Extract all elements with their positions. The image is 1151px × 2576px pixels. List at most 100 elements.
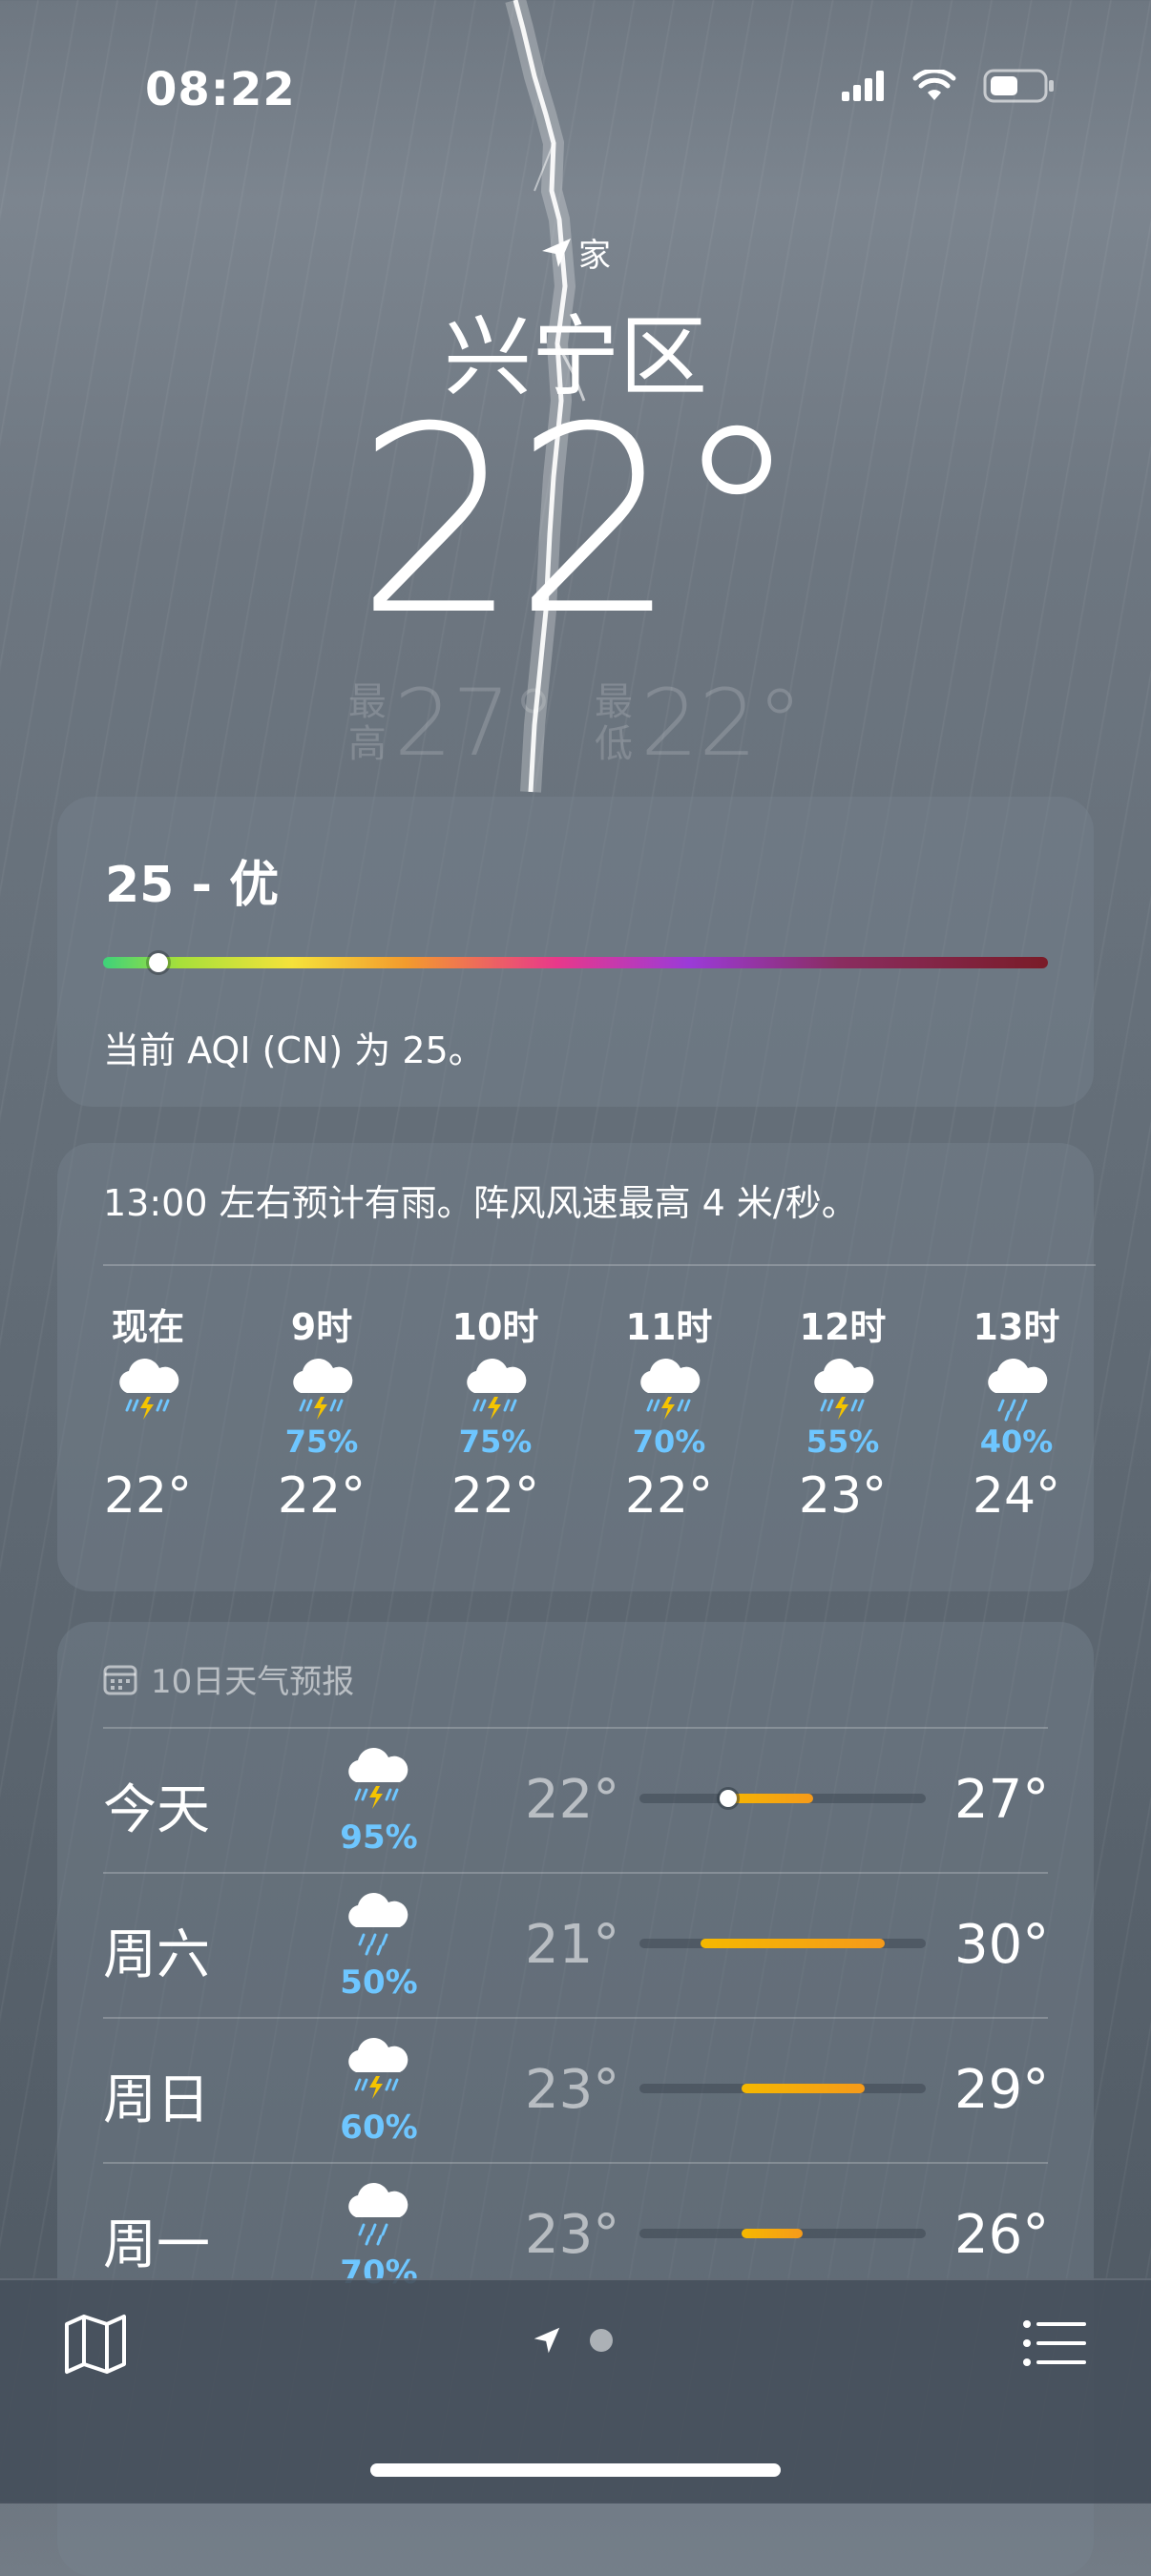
thunderstorm-icon — [640, 1359, 701, 1420]
hourly-item: 11时 70% 22° — [597, 1298, 741, 1525]
day-name: 周日 — [103, 2069, 210, 2131]
day-temp-range-track — [639, 2229, 926, 2238]
day-name: 周六 — [103, 1924, 210, 1986]
thunderstorm-icon — [293, 1359, 353, 1420]
current-temperature: 22° — [355, 371, 802, 672]
hour-precip-chance: 40% — [979, 1423, 1054, 1460]
day-precip-chance: 95% — [340, 1818, 418, 1857]
location-arrow-icon — [542, 238, 571, 267]
thunderstorm-icon — [348, 2038, 408, 2099]
hour-time: 13时 — [973, 1306, 1060, 1348]
hourly-divider — [103, 1264, 1096, 1266]
aqi-indicator-dot — [149, 953, 168, 972]
hourly-item: 9时 75% 22° — [250, 1298, 393, 1525]
hour-temp: 22° — [103, 1467, 193, 1525]
day-name: 周一 — [103, 2214, 210, 2276]
day-divider — [103, 1872, 1048, 1874]
calendar-icon — [103, 1665, 137, 1694]
thunderstorm-icon — [348, 1748, 408, 1809]
hourly-item: 12时 55% 23° — [771, 1298, 914, 1525]
hour-temp: 24° — [972, 1467, 1061, 1525]
daily-row[interactable]: 今天 95% 22° 27° — [57, 1727, 1094, 1870]
low-label: 最低 — [595, 680, 633, 766]
low-temp: 最低 22° — [595, 670, 803, 777]
hour-time: 现在 — [111, 1306, 184, 1348]
day-temp-range-track — [639, 1790, 926, 1807]
hourly-summary: 13:00 左右预计有雨。阵风风速最高 4 米/秒。 — [103, 1182, 858, 1224]
day-low-temp: 22° — [525, 1769, 620, 1831]
low-value: 22° — [640, 670, 804, 777]
day-low-temp: 21° — [525, 1914, 620, 1976]
aqi-description: 当前 AQI (CN) 为 25。 — [103, 1029, 485, 1071]
day-precip-chance: 60% — [340, 2109, 418, 2147]
rain-icon — [348, 1893, 408, 1956]
current-temp-marker — [719, 1790, 737, 1807]
day-icon-wrap — [334, 2038, 420, 2107]
status-icons — [842, 69, 1056, 103]
rain-icon — [988, 1359, 1048, 1422]
hour-time: 9时 — [290, 1306, 353, 1348]
thunderstorm-icon — [119, 1359, 179, 1420]
map-icon[interactable] — [63, 2311, 128, 2376]
day-temp-range — [742, 2084, 865, 2093]
rain-icon — [348, 2183, 408, 2246]
hour-precip-chance: 75% — [284, 1423, 359, 1460]
day-icon-wrap — [334, 1748, 420, 1817]
hour-precip-chance: 75% — [458, 1423, 533, 1460]
hourly-item: 13时 40% 24° — [945, 1298, 1088, 1525]
thunderstorm-icon — [467, 1359, 527, 1420]
day-temp-range — [701, 1939, 886, 1948]
day-name: 今天 — [103, 1779, 210, 1841]
hourly-item: 10时 75% 22° — [424, 1298, 567, 1525]
hour-time: 10时 — [451, 1306, 539, 1348]
day-temp-range-track — [639, 1939, 926, 1948]
day-low-temp: 23° — [525, 2059, 620, 2121]
day-icon-wrap — [334, 1893, 420, 1962]
hour-icon-wrap — [250, 1359, 393, 1431]
hour-time: 11时 — [625, 1306, 713, 1348]
daily-row[interactable]: 周日 60% 23° 29° — [57, 2017, 1094, 2160]
day-divider — [103, 2017, 1048, 2019]
location-label: 家 — [578, 237, 611, 275]
daily-header: 10日天气预报 — [103, 1655, 354, 1702]
hour-temp: 22° — [450, 1467, 540, 1525]
hour-temp: 23° — [798, 1467, 888, 1525]
thunderstorm-icon — [814, 1359, 874, 1420]
day-divider — [103, 1727, 1048, 1729]
day-divider — [103, 2162, 1048, 2164]
day-low-temp: 23° — [525, 2204, 620, 2266]
high-low-temps: 最高 27° 最低 22° — [0, 670, 1151, 777]
home-indicator[interactable] — [370, 2463, 781, 2477]
daily-row[interactable]: 周六 50% 21° 30° — [57, 1872, 1094, 2015]
day-high-temp: 29° — [954, 2059, 1050, 2121]
day-high-temp: 27° — [954, 1769, 1050, 1831]
location-tag: 家 — [0, 229, 1151, 276]
hour-icon-wrap — [945, 1359, 1088, 1431]
daily-header-label: 10日天气预报 — [151, 1663, 355, 1701]
location-arrow-icon[interactable] — [533, 2326, 561, 2355]
day-high-temp: 30° — [954, 1914, 1050, 1976]
hour-icon-wrap — [597, 1359, 741, 1431]
wifi-icon — [912, 70, 956, 100]
day-icon-wrap — [334, 2183, 420, 2252]
hour-temp: 22° — [277, 1467, 366, 1525]
hour-precip-chance: 70% — [632, 1423, 706, 1460]
battery-icon — [983, 69, 1054, 103]
aqi-title: 25 - 优 — [105, 857, 280, 914]
hour-icon-wrap — [76, 1359, 220, 1431]
hour-icon-wrap — [424, 1359, 567, 1431]
aqi-scale-bar — [103, 957, 1048, 968]
list-icon[interactable] — [1021, 2316, 1086, 2370]
day-high-temp: 26° — [954, 2204, 1050, 2266]
hour-precip-chance: 55% — [806, 1423, 880, 1460]
status-time: 08:22 — [145, 63, 296, 116]
page-dot[interactable] — [590, 2329, 613, 2352]
high-value: 27° — [393, 670, 556, 777]
day-temp-range-track — [639, 2084, 926, 2093]
high-label: 最高 — [347, 680, 387, 766]
day-temp-range — [742, 2229, 804, 2238]
page-indicator[interactable] — [533, 2326, 613, 2355]
status-bar: 08:22 — [0, 0, 1151, 181]
hour-icon-wrap — [771, 1359, 914, 1431]
hour-temp: 22° — [624, 1467, 714, 1525]
